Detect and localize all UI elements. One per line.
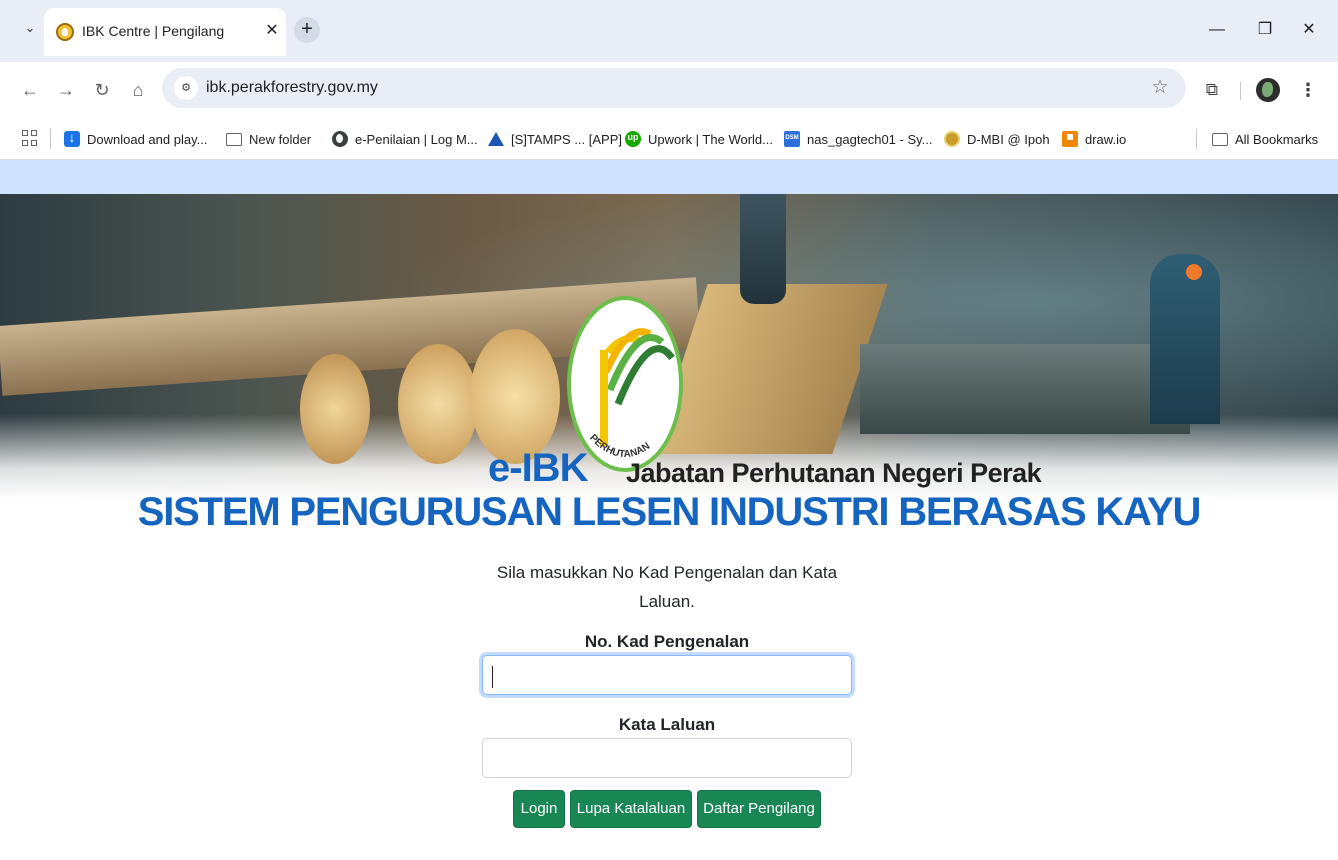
folder-icon (1212, 132, 1228, 146)
profile-avatar-icon[interactable] (1256, 78, 1280, 102)
bookmark-new-folder[interactable]: New folder (226, 128, 311, 150)
text-caret (492, 666, 493, 688)
dmbi-icon (944, 131, 960, 147)
login-button[interactable]: Login (513, 790, 565, 828)
window-close-icon[interactable]: ✕ (1297, 18, 1321, 42)
home-icon[interactable]: ⌂ (126, 78, 150, 102)
forgot-password-button[interactable]: Lupa Katalaluan (570, 790, 692, 828)
instruction-line: Sila masukkan No Kad Pengenalan dan Kata (496, 563, 838, 582)
browser-tab-active[interactable]: IBK Centre | Pengilang ✕ (44, 8, 286, 56)
login-instruction: Sila masukkan No Kad Pengenalan dan Kata… (482, 558, 852, 616)
worker-shape (740, 194, 786, 304)
bookmarks-divider (1196, 129, 1197, 149)
site-info-tune-icon[interactable]: ⚙ (174, 76, 198, 100)
globe-icon (332, 131, 348, 147)
worker-shape (1150, 254, 1220, 424)
tab-title: IBK Centre | Pengilang (82, 23, 225, 39)
bookmark-label: nas_gagtech01 - Sy... (807, 131, 933, 147)
bookmark-label: e-Penilaian | Log M... (355, 131, 478, 147)
eibk-logo-text: e-IBK (488, 446, 588, 490)
bookmark-label: New folder (249, 131, 312, 147)
reload-icon[interactable]: ↻ (90, 78, 114, 102)
bookmark-label: Upwork | The World... (648, 131, 773, 147)
system-title: SISTEM PENGURUSAN LESEN INDUSTRI BERASAS… (137, 490, 1202, 534)
instruction-line: Laluan. (639, 592, 695, 611)
bookmark-label: draw.io (1085, 131, 1127, 147)
stamps-icon (488, 132, 504, 146)
bookmark-label: [S]TAMPS ... [APP] (511, 131, 623, 147)
browser-menu-kebab-icon[interactable]: ⋮ (1296, 78, 1320, 102)
toolbar-divider (1240, 82, 1241, 100)
log-end-shape (398, 344, 478, 464)
bookmark-upwork[interactable]: Upwork | The World... (625, 128, 773, 150)
browser-tab-strip: ⌄ IBK Centre | Pengilang ✕ + — ❐ ✕ (0, 0, 1338, 62)
back-arrow-icon[interactable]: ← (18, 78, 42, 102)
register-manufacturer-button[interactable]: Daftar Pengilang (697, 790, 821, 828)
bookmarks-bar: Download and play... New folder e-Penila… (0, 118, 1338, 160)
password-label: Kata Laluan (618, 715, 716, 734)
folder-icon (226, 132, 242, 146)
password-input[interactable] (482, 738, 852, 778)
all-bookmarks-button[interactable]: All Bookmarks (1212, 128, 1318, 150)
id-number-label: No. Kad Pengenalan (584, 632, 750, 651)
dsm-icon (784, 131, 800, 147)
bookmark-download-and-play[interactable]: Download and play... (64, 128, 207, 150)
tab-close-icon[interactable]: ✕ (262, 21, 282, 41)
minimize-icon[interactable]: — (1205, 18, 1229, 42)
url-text[interactable]: ibk.perakforestry.gov.my (206, 79, 378, 97)
machine-shape (860, 344, 1190, 434)
bookmark-drawio[interactable]: draw.io (1062, 128, 1126, 150)
site-favicon-icon (56, 23, 74, 41)
department-name: Jabatan Perhutanan Negeri Perak (626, 458, 1042, 488)
browser-toolbar: ← → ↻ ⌂ ⚙ ibk.perakforestry.gov.my ☆ ⧉ ⋮ (0, 62, 1338, 118)
bookmark-nas-gagtech01[interactable]: nas_gagtech01 - Sy... (784, 128, 933, 150)
extensions-puzzle-icon[interactable]: ⧉ (1200, 78, 1224, 102)
all-bookmarks-label: All Bookmarks (1235, 131, 1319, 147)
bookmark-star-icon[interactable]: ☆ (1148, 76, 1172, 100)
bookmark-e-penilaian[interactable]: e-Penilaian | Log M... (332, 128, 478, 150)
bookmark-stamps[interactable]: [S]TAMPS ... [APP] (488, 128, 622, 150)
download-icon (64, 129, 80, 147)
bookmark-label: D-MBI @ Ipoh (967, 131, 1050, 147)
bookmarks-divider (50, 129, 51, 149)
restore-icon[interactable]: ❐ (1253, 18, 1277, 42)
address-bar[interactable]: ⚙ ibk.perakforestry.gov.my ☆ (162, 68, 1186, 108)
new-tab-plus-icon[interactable]: + (294, 17, 320, 43)
bookmark-d-mbi-ipoh[interactable]: D-MBI @ Ipoh (944, 128, 1050, 150)
id-number-input[interactable] (482, 655, 852, 695)
drawio-icon (1062, 131, 1078, 147)
top-info-strip (0, 160, 1338, 194)
bookmark-label: Download and play... (87, 131, 208, 147)
upwork-icon (625, 131, 641, 147)
forward-arrow-icon[interactable]: → (54, 78, 78, 102)
tab-search-chevron-icon[interactable]: ⌄ (22, 20, 38, 36)
log-end-shape (300, 354, 370, 464)
light-shape (1186, 264, 1202, 280)
apps-grid-icon[interactable] (22, 130, 38, 146)
